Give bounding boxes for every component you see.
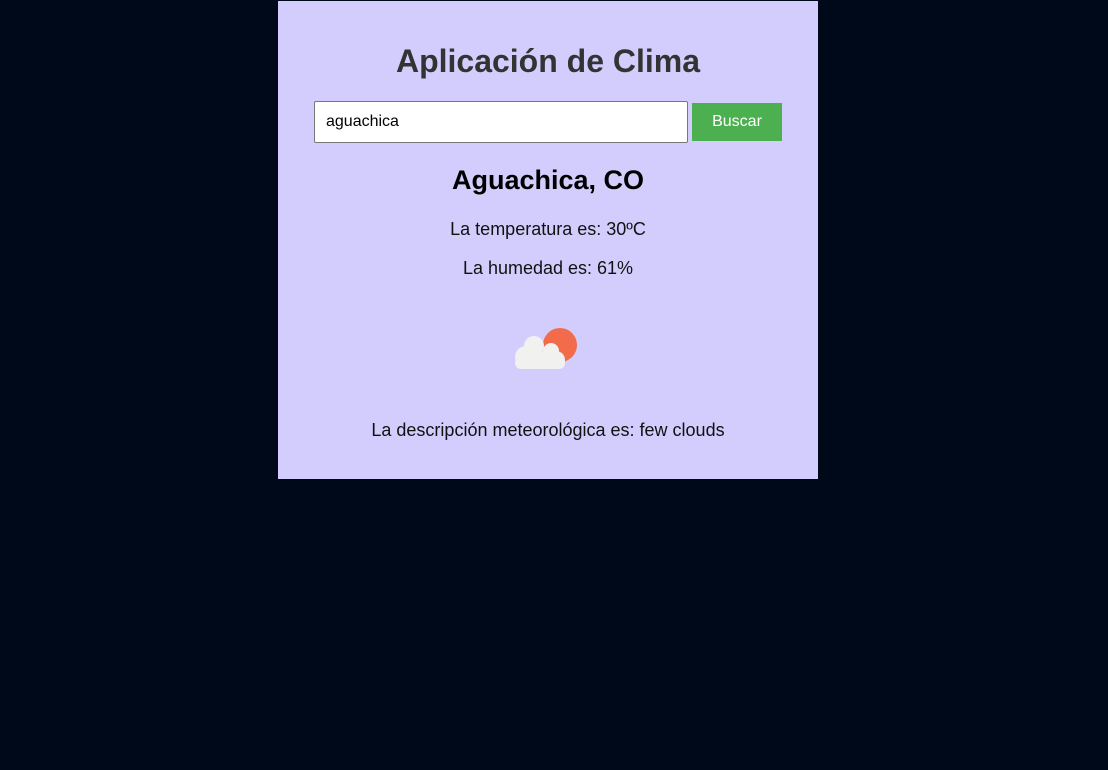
humidity-text: La humedad es: 61% [462,258,634,278]
temperature-text: La temperatura es: 30ºC [450,219,646,239]
weather-card: Aplicación de Clima Buscar Aguachica, CO… [278,1,818,479]
page-title: Aplicación de Clima [395,43,701,79]
city-search-input[interactable] [314,101,688,143]
search-button[interactable]: Buscar [692,103,782,141]
few-clouds-icon [515,328,577,369]
search-row: Buscar [314,101,782,143]
weather-description-text: La descripción meteorológica es: few clo… [371,420,725,440]
city-name: Aguachica, CO [451,165,645,195]
